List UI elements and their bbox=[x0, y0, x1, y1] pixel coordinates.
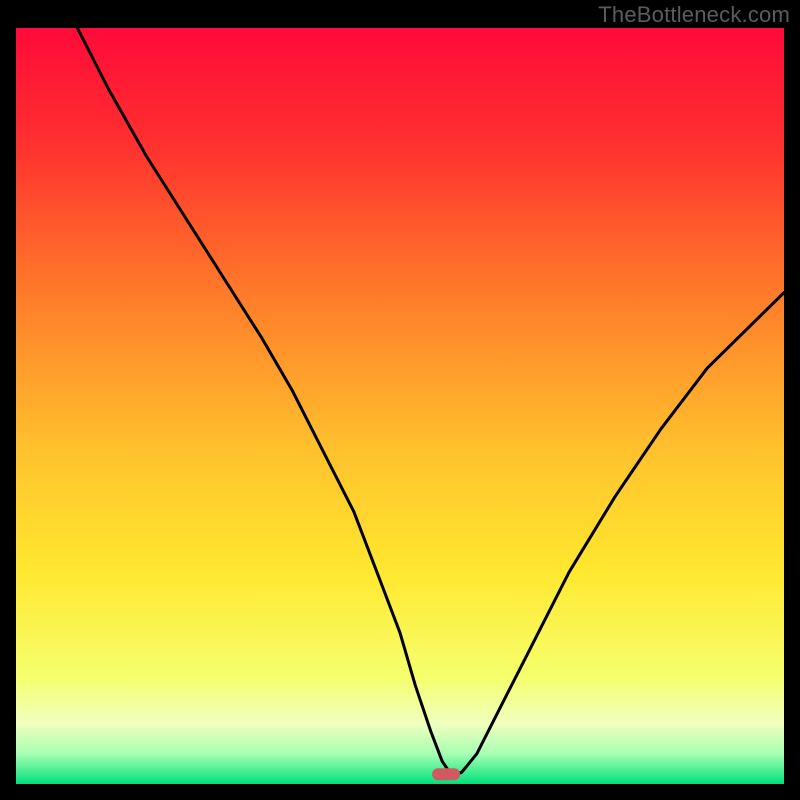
watermark-text: TheBottleneck.com bbox=[598, 2, 790, 28]
chart-plot-area bbox=[16, 28, 784, 784]
gradient-background bbox=[16, 28, 784, 784]
optimal-marker bbox=[432, 768, 460, 780]
chart-svg bbox=[16, 28, 784, 784]
chart-frame: TheBottleneck.com bbox=[0, 0, 800, 800]
